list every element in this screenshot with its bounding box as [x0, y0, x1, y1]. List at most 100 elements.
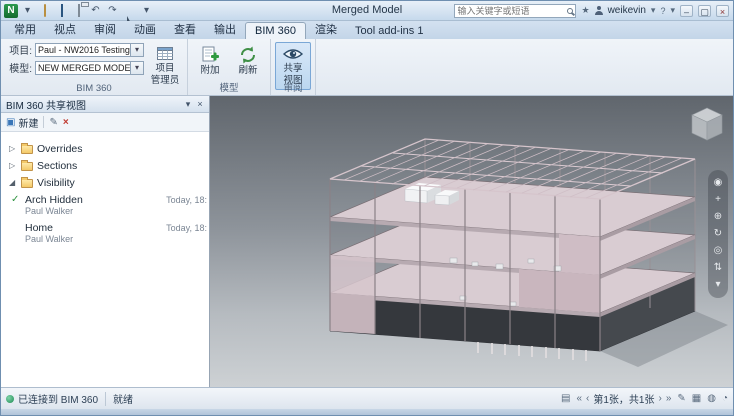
open-folder-icon — [43, 4, 46, 17]
undo-button[interactable]: ↶ — [89, 5, 102, 16]
delete-view-icon[interactable]: × — [63, 117, 69, 128]
project-combobox[interactable]: Paul - NW2016 Testing — [35, 42, 131, 57]
new-view-icon: ▣ — [6, 116, 16, 128]
chevron-collapsed-icon[interactable]: ▷ — [9, 161, 17, 170]
tab-review[interactable]: 审阅 — [85, 19, 125, 39]
viewcube[interactable] — [684, 101, 730, 152]
statusbar-right: ▤ « ‹ 第1张，共1张 › » ✎ ▦ ◍ ◔ — [561, 391, 728, 406]
spreadsheet-icon — [157, 47, 173, 60]
ribbon-tab-bar: 常用 视点 审阅 动画 查看 输出 BIM 360 渲染 Tool add-in… — [1, 21, 733, 39]
user-avatar-icon — [594, 6, 603, 15]
project-label: 项目: — [9, 46, 32, 57]
next-sheet-button[interactable]: › — [658, 393, 661, 404]
quick-access-toolbar: ▾ ↶ ↷ ▾ — [21, 4, 153, 25]
help-dropdown-icon[interactable]: ▾ — [670, 5, 675, 16]
refresh-button[interactable]: 刷新 — [230, 42, 266, 80]
close-button[interactable]: × — [716, 4, 729, 17]
tree-folder-overrides[interactable]: ▷ Overrides — [1, 140, 209, 157]
walk-icon[interactable]: ⇅ — [714, 262, 722, 274]
redo-button[interactable]: ↷ — [106, 5, 119, 16]
zoom-icon[interactable]: ⊕ — [714, 211, 722, 223]
shared-views-panel: BIM 360 共享视图 ▾ × ▣ 新建 ✎ × ▷ Overrides ▷ … — [1, 96, 210, 387]
orbit-icon[interactable]: ↻ — [714, 228, 722, 240]
previous-sheet-button[interactable]: ‹ — [586, 393, 589, 404]
panel-toolbar: ▣ 新建 ✎ × — [1, 113, 209, 132]
tree-folder-sections[interactable]: ▷ Sections — [1, 157, 209, 174]
panel-menu-icon[interactable]: ▾ — [182, 99, 194, 110]
search-box — [454, 3, 577, 18]
disk-progress-icon: ▦ — [691, 393, 702, 404]
tab-render[interactable]: 渲染 — [306, 19, 346, 39]
tree-folder-visibility[interactable]: ◢ Visibility — [1, 174, 209, 191]
tab-bim360[interactable]: BIM 360 — [245, 22, 306, 39]
last-sheet-button[interactable]: » — [666, 393, 672, 404]
pan-icon[interactable]: + — [715, 194, 721, 206]
minimize-button[interactable]: – — [680, 4, 693, 17]
select-tool-button[interactable] — [123, 5, 136, 25]
folder-label: Visibility — [37, 176, 75, 189]
help-button[interactable]: ? — [660, 6, 665, 16]
chevron-expanded-icon[interactable]: ◢ — [9, 178, 17, 187]
ribbon: 项目: Paul - NW2016 Testing ▾ 模型: NEW MERG… — [1, 39, 733, 96]
first-sheet-button[interactable]: « — [576, 393, 582, 404]
navbar-more-icon[interactable]: ▾ — [715, 279, 720, 291]
app-logo-icon[interactable]: N — [4, 3, 18, 18]
ribbon-group-review: 共享 视图 审阅 — [271, 39, 316, 95]
connection-status: 已连接到 BIM 360 — [18, 395, 99, 406]
attach-button[interactable]: 附加 — [192, 42, 228, 80]
refresh-label: 刷新 — [238, 65, 258, 76]
shared-view-item-home[interactable]: Home Paul Walker Today, 18: — [25, 222, 209, 246]
user-dropdown-icon[interactable]: ▾ — [651, 5, 656, 16]
print-button[interactable] — [72, 4, 85, 17]
window-title: Merged Model — [331, 4, 403, 16]
signed-in-user[interactable]: weikevin — [608, 5, 646, 16]
shared-view-item-arch-hidden[interactable]: ✓ Arch Hidden Paul Walker Today, 18: — [11, 194, 209, 218]
app-menu-dropdown-icon[interactable]: ▾ — [21, 5, 34, 16]
app-window: N ▾ ↶ ↷ ▾ Merged Model ★ weikevin ▾ ? ▾ … — [0, 0, 734, 416]
ribbon-group-bim360: 项目: Paul - NW2016 Testing ▾ 模型: NEW MERG… — [1, 39, 188, 95]
tab-tool-addins[interactable]: Tool add-ins 1 — [346, 23, 433, 39]
search-input[interactable] — [457, 5, 568, 16]
shared-views-label-1: 共享 — [283, 63, 303, 74]
view-author: Paul Walker — [25, 234, 74, 244]
view-author: Paul Walker — [25, 206, 74, 216]
model-dropdown-icon[interactable]: ▾ — [131, 60, 144, 75]
model-combobox[interactable]: NEW MERGED MODEL — [35, 60, 131, 75]
steering-wheel-icon[interactable]: ◉ — [714, 177, 723, 189]
viewport-3d[interactable]: ◉ + ⊕ ↻ ◎ ⇅ ▾ — [210, 96, 733, 387]
tab-view[interactable]: 查看 — [165, 19, 205, 39]
tab-output[interactable]: 输出 — [205, 19, 245, 39]
bim360-connection-icon — [6, 394, 14, 403]
save-button[interactable] — [55, 4, 68, 17]
maximize-button[interactable]: ▢ — [698, 4, 711, 17]
qat-customize-dropdown-icon[interactable]: ▾ — [140, 5, 153, 16]
tab-animation[interactable]: 动画 — [125, 19, 165, 39]
model-label: 模型: — [9, 64, 32, 75]
attach-label: 附加 — [200, 65, 220, 76]
search-icon[interactable] — [567, 7, 574, 14]
look-around-icon[interactable]: ◎ — [714, 245, 723, 257]
folder-icon — [21, 143, 33, 154]
new-view-button[interactable]: ▣ 新建 — [6, 115, 38, 130]
tab-viewpoint[interactable]: 视点 — [45, 19, 85, 39]
chevron-collapsed-icon[interactable]: ▷ — [9, 144, 17, 153]
sheet-count: 第1张，共1张 — [593, 395, 655, 406]
project-dropdown-icon[interactable]: ▾ — [131, 42, 144, 57]
group-label-review: 审阅 — [283, 83, 303, 94]
refresh-arrows-icon — [241, 46, 255, 64]
new-view-label: 新建 — [18, 118, 39, 130]
sheet-browser-icon[interactable]: ▤ — [561, 393, 570, 404]
eye-icon — [282, 49, 304, 59]
ready-status: 就绪 — [113, 395, 134, 406]
shared-views-tree: ▷ Overrides ▷ Sections ◢ Visibility ✓ Ar… — [1, 132, 209, 387]
navigation-toolbar: ◉ + ⊕ ↻ ◎ ⇅ ▾ — [708, 170, 728, 298]
save-disk-icon — [60, 4, 63, 17]
panel-header[interactable]: BIM 360 共享视图 ▾ × — [1, 96, 209, 113]
ribbon-group-model: 附加 刷新 模型 — [188, 39, 271, 95]
open-button[interactable] — [38, 4, 51, 17]
panel-close-icon[interactable]: × — [194, 99, 206, 109]
project-admin-label-1: 项目 — [155, 63, 175, 74]
tab-common[interactable]: 常用 — [5, 19, 45, 39]
favorites-star-icon[interactable]: ★ — [581, 5, 589, 16]
edit-view-icon[interactable]: ✎ — [49, 117, 57, 128]
